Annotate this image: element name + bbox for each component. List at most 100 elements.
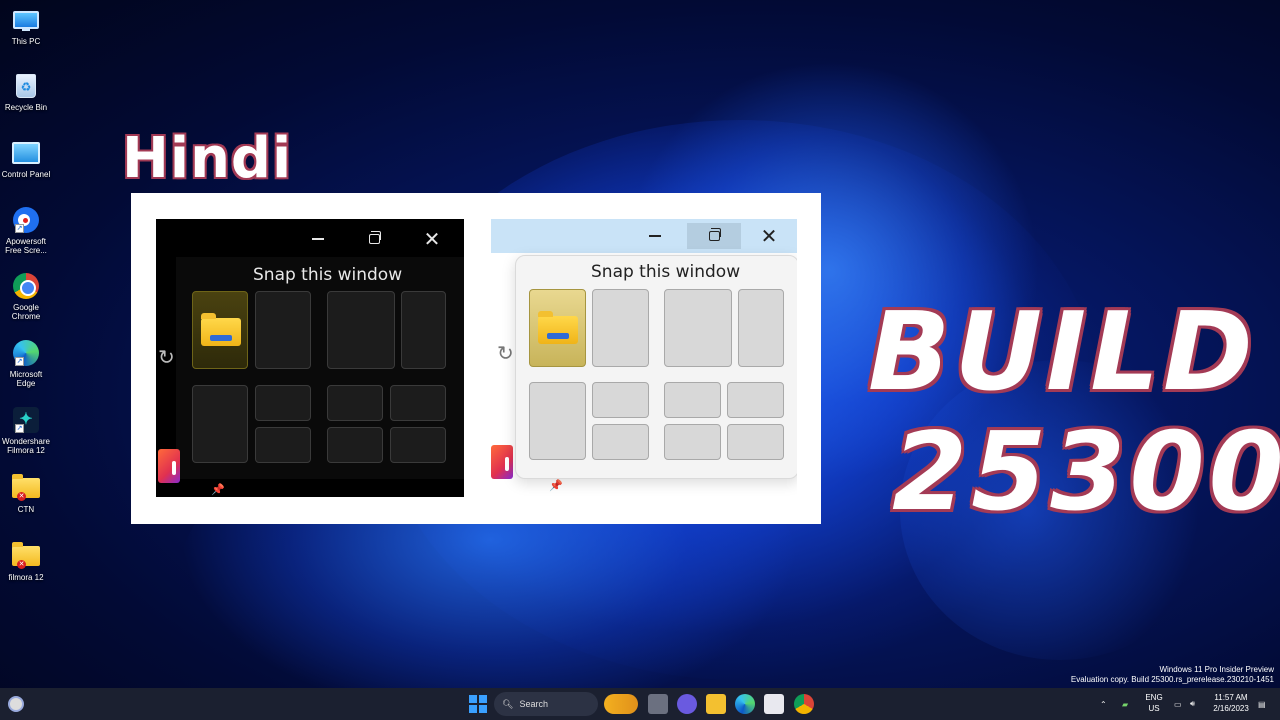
desktop-icon-label: Apowersoft Free Scre...	[5, 237, 47, 255]
snap-zone[interactable]	[327, 385, 383, 421]
folder-icon: ✕	[11, 542, 41, 570]
network-icon[interactable]: ▭	[1174, 688, 1182, 720]
snap-zone[interactable]	[727, 424, 784, 460]
snap-zone-active[interactable]	[529, 289, 586, 367]
snap-zone[interactable]	[255, 427, 311, 463]
desktop-icon-apowersoft[interactable]: ↗ Apowersoft Free Scre...	[0, 204, 52, 268]
snap-zone[interactable]	[401, 291, 446, 369]
tray-overflow-icon[interactable]: ⌃	[1100, 688, 1107, 720]
snap-zone[interactable]	[738, 289, 784, 367]
snap-zone[interactable]	[664, 424, 721, 460]
hindi-label: Hindi	[120, 125, 293, 193]
clock-time: 11:57 AM	[1214, 693, 1248, 702]
desktop-icon-label: filmora 12	[8, 573, 44, 582]
refresh-icon[interactable]: ↻	[497, 341, 514, 366]
minimize-button[interactable]	[635, 223, 675, 249]
desktop-icon-control-panel[interactable]: Control Panel	[0, 137, 52, 201]
edge-icon: ↗	[11, 339, 41, 367]
search-icon: 🔍︎	[502, 698, 514, 709]
widgets-icon[interactable]	[8, 696, 24, 712]
pin-icon: 📌	[549, 480, 563, 492]
snap-zone[interactable]	[327, 291, 395, 369]
filmora-icon: ✦ ↗	[11, 406, 41, 434]
minimize-icon	[649, 235, 661, 237]
desktop-icon-filmora-folder[interactable]: ✕ filmora 12	[0, 540, 52, 604]
restore-icon	[368, 231, 381, 244]
apowersoft-icon: ↗	[11, 206, 41, 234]
snap-zone[interactable]	[390, 427, 446, 463]
maximize-button[interactable]	[687, 223, 741, 249]
start-button[interactable]	[469, 695, 487, 713]
snap-zone[interactable]	[592, 382, 649, 418]
desktop-icon-label: Google Chrome	[11, 303, 41, 321]
snap-zone[interactable]	[592, 424, 649, 460]
language-indicator[interactable]: ENG US	[1142, 692, 1166, 714]
control-panel-icon	[11, 139, 41, 167]
snap-zone[interactable]	[592, 289, 649, 367]
desktop-icon-this-pc[interactable]: This PC	[0, 4, 52, 68]
minimize-button[interactable]	[298, 227, 338, 251]
minimize-icon	[312, 238, 324, 240]
folder-icon: ✕	[11, 474, 41, 502]
snap-zone[interactable]	[327, 427, 383, 463]
close-icon: ✕	[760, 224, 778, 248]
build-number: 25300	[892, 410, 1280, 535]
notifications-icon[interactable]: ▤	[1258, 688, 1266, 720]
clock[interactable]: 11:57 AM 2/16/2023	[1208, 692, 1254, 714]
snap-zone[interactable]	[664, 289, 732, 367]
snap-zone[interactable]	[255, 291, 311, 369]
region-code: US	[1148, 704, 1160, 713]
snap-zone[interactable]	[390, 385, 446, 421]
watermark-line: Windows 11 Pro Insider Preview	[1159, 665, 1274, 674]
snap-title: Snap this window	[253, 265, 403, 285]
chrome-icon	[11, 272, 41, 300]
refresh-icon[interactable]: ↻	[158, 345, 175, 370]
desktop-icon-label: Wondershare Filmora 12	[2, 437, 50, 455]
desktop-icon-recycle-bin[interactable]: ♻ Recycle Bin	[0, 70, 52, 134]
chrome-taskbar-icon[interactable]	[794, 694, 814, 714]
maximize-button[interactable]	[354, 227, 394, 251]
snap-window-dark: ✕ Snap this window ↻ 📌	[156, 219, 464, 497]
snap-zone-active[interactable]	[192, 291, 248, 369]
pin-icon: 📌	[211, 484, 225, 496]
desktop-icon-label: Recycle Bin	[4, 103, 48, 112]
desktop-icon-edge[interactable]: ↗ Microsoft Edge	[0, 337, 52, 401]
restore-icon	[708, 228, 721, 241]
file-explorer-taskbar-icon[interactable]	[706, 694, 726, 714]
watermark-line: Evaluation copy. Build 25300.rs_prerelea…	[1070, 675, 1274, 684]
build-label: BUILD	[868, 290, 1257, 415]
snap-zone[interactable]	[664, 382, 721, 418]
edge-taskbar-icon[interactable]	[735, 694, 755, 714]
recycle-bin-icon: ♻	[11, 72, 41, 100]
clock-date: 2/16/2023	[1213, 704, 1249, 713]
desktop-icon-label: Microsoft Edge	[9, 370, 43, 388]
desktop-icon-label: This PC	[11, 37, 41, 46]
this-pc-icon	[11, 6, 41, 34]
nvidia-icon[interactable]: ▰	[1122, 688, 1128, 720]
teams-chat-icon[interactable]	[677, 694, 697, 714]
desktop-icon-ctn[interactable]: ✕ CTN	[0, 472, 52, 536]
snap-zone[interactable]	[529, 382, 586, 460]
search-highlight-icon[interactable]	[604, 694, 638, 714]
snap-comparison-card: ✕ Snap this window ↻ 📌 ↻ 📌 ✕ Snap this w…	[131, 193, 821, 524]
language-code: ENG	[1145, 693, 1163, 702]
desktop-icon-label: CTN	[17, 505, 35, 514]
taskbar: 🔍︎ Search ⌃ ▰ ENG US ▭ 🔊︎ 11:57 AM 2/16/…	[0, 688, 1280, 720]
app-icon	[491, 445, 513, 479]
snap-zone[interactable]	[255, 385, 311, 421]
close-button[interactable]: ✕	[749, 223, 789, 249]
desktop-icon-filmora[interactable]: ✦ ↗ Wondershare Filmora 12	[0, 404, 52, 468]
close-icon: ✕	[423, 227, 441, 251]
desktop-icon-chrome[interactable]: Google Chrome	[0, 270, 52, 334]
desktop-icon-label: Control Panel	[1, 170, 51, 179]
store-icon[interactable]	[764, 694, 784, 714]
task-view-icon[interactable]	[648, 694, 668, 714]
volume-icon[interactable]: 🔊︎	[1190, 688, 1195, 720]
file-explorer-icon	[538, 311, 578, 344]
search-label: Search	[519, 699, 548, 709]
search-box[interactable]: 🔍︎ Search	[494, 692, 598, 716]
app-icon	[158, 449, 180, 483]
snap-zone[interactable]	[727, 382, 784, 418]
snap-zone[interactable]	[192, 385, 248, 463]
close-button[interactable]: ✕	[412, 227, 452, 251]
